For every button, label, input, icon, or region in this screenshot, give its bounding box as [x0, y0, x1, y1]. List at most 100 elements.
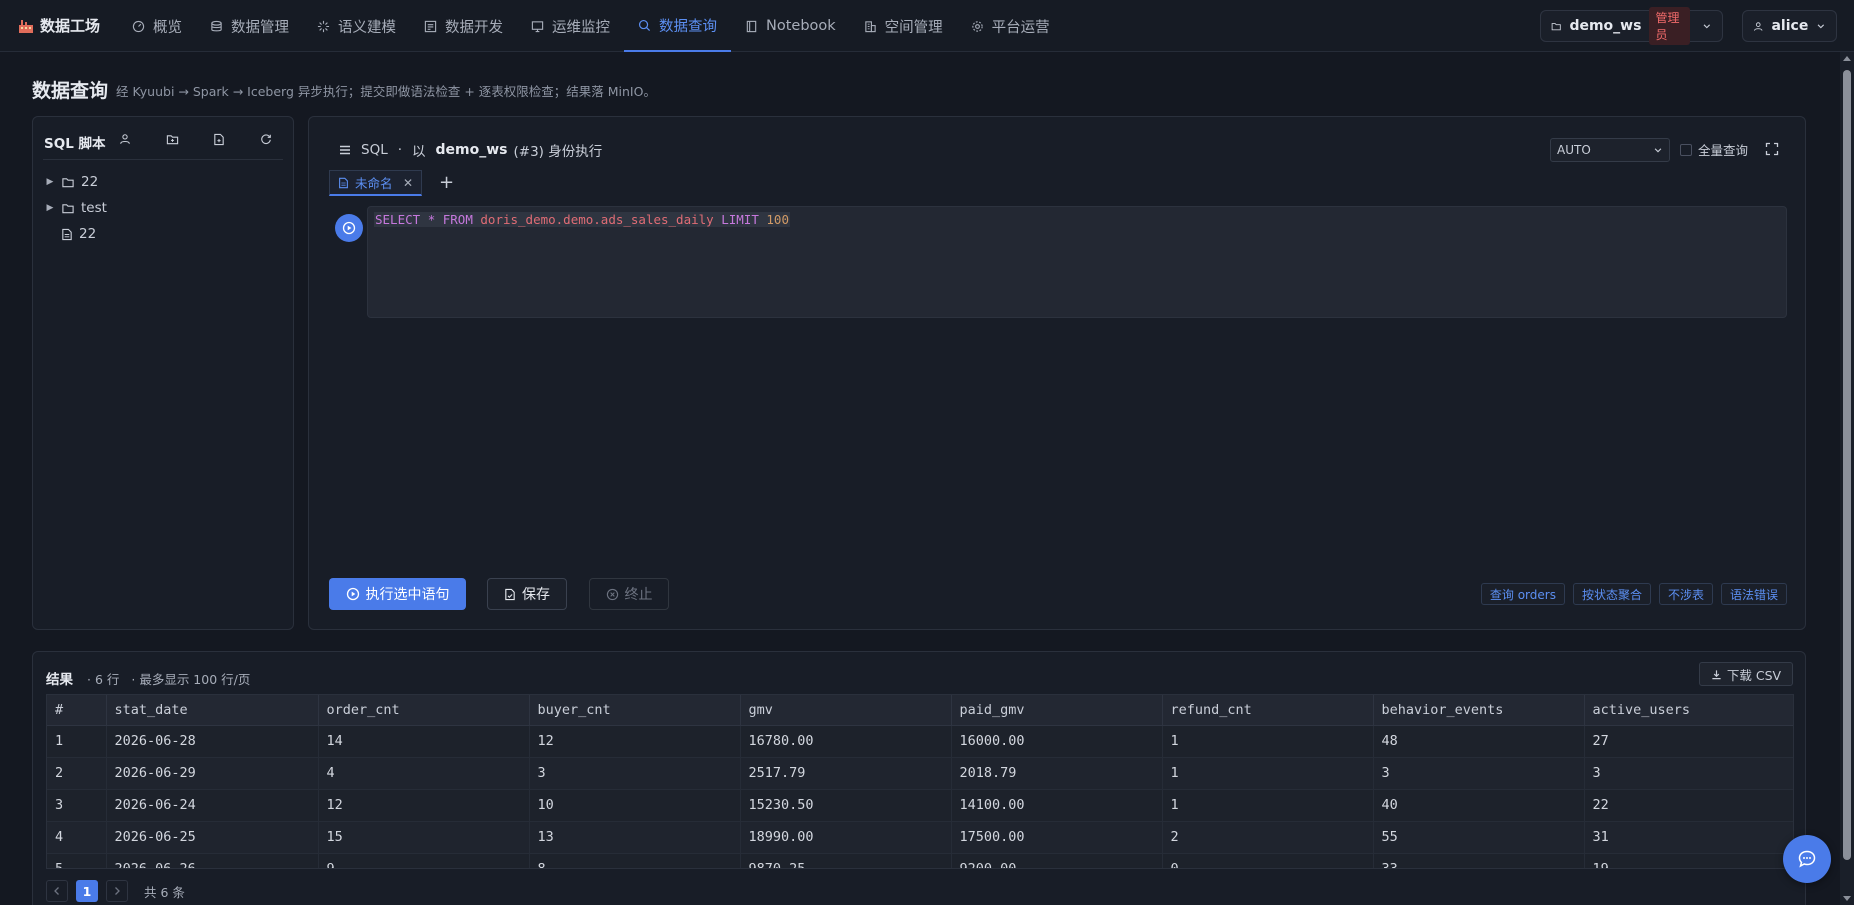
column-header[interactable]: gmv	[740, 695, 952, 726]
sample-query-status-agg[interactable]: 按状态聚合	[1572, 583, 1651, 605]
code-panel-icon	[424, 20, 437, 32]
nav-item-data-management[interactable]: 数据管理	[196, 0, 303, 52]
table-cell: 31	[1584, 821, 1793, 854]
sql-editor[interactable]: SELECT * FROM doris_demo.demo.ads_sales_…	[367, 206, 1787, 318]
user-name: alice	[1771, 18, 1809, 34]
tree-folder[interactable]: ▶ 22	[45, 169, 107, 195]
nav-item-ops-monitoring[interactable]: 运维监控	[517, 0, 624, 52]
table-cell: 3	[1584, 757, 1793, 790]
table-cell: 17500.00	[951, 821, 1163, 854]
column-header[interactable]: paid_gmv	[951, 695, 1163, 726]
table-cell: 15	[318, 821, 530, 854]
sample-query-orders[interactable]: 查询 orders	[1480, 583, 1565, 605]
run-statement-button[interactable]	[335, 214, 363, 242]
table-cell: 2026-06-28	[106, 725, 319, 758]
engine-select[interactable]: AUTO	[1550, 138, 1670, 162]
tree-label: 22	[79, 226, 97, 242]
nav-item-space-management[interactable]: 空间管理	[850, 0, 957, 52]
caret-right-icon[interactable]: ▶	[45, 177, 55, 187]
run-selected-button[interactable]: 执行选中语句	[329, 578, 466, 610]
full-query-checkbox[interactable]: 全量查询	[1680, 140, 1748, 159]
full-query-label: 全量查询	[1698, 143, 1749, 158]
page-title: 数据查询	[32, 80, 109, 102]
sql-keyword: SELECT	[375, 212, 421, 227]
nav-item-platform-ops[interactable]: 平台运营	[957, 0, 1064, 52]
run-label: 执行选中语句	[365, 587, 450, 603]
column-header[interactable]: active_users	[1584, 695, 1793, 726]
table-cell: 18990.00	[740, 821, 952, 854]
sql-star: *	[427, 212, 436, 227]
sql-number: 100	[766, 212, 789, 227]
scripts-toolbar	[117, 131, 274, 147]
workspace-select[interactable]: demo_ws 管理员	[1540, 7, 1723, 45]
chevron-right-icon	[115, 887, 120, 895]
menu-icon[interactable]	[339, 144, 351, 156]
add-tab-button[interactable]: +	[439, 170, 454, 196]
refresh-button[interactable]	[258, 131, 274, 147]
chat-bubble-icon	[1798, 850, 1816, 868]
divider	[43, 159, 283, 160]
row-count: · 6 行	[87, 672, 120, 687]
stop-circle-icon	[606, 588, 618, 600]
column-header[interactable]: behavior_events	[1373, 695, 1585, 726]
caret-right-icon[interactable]: ▶	[45, 203, 55, 213]
download-csv-button[interactable]: 下载 CSV	[1699, 662, 1793, 686]
user-menu[interactable]: alice	[1742, 10, 1837, 42]
search-icon	[638, 19, 651, 31]
page-size-note: · 最多显示 100 行/页	[131, 672, 251, 687]
tree-file[interactable]: 22	[45, 221, 107, 247]
chevron-down-icon	[1817, 24, 1825, 29]
sql-keyword: FROM	[442, 212, 473, 227]
next-page-button[interactable]	[106, 880, 128, 902]
scroll-thumb[interactable]	[1843, 70, 1851, 860]
monitor-icon	[531, 20, 544, 32]
separator-dot: ·	[397, 142, 403, 158]
folder-icon	[1551, 22, 1561, 30]
nav-item-data-query[interactable]: 数据查询	[624, 0, 731, 52]
page-scrollbar[interactable]	[1840, 52, 1854, 905]
column-header[interactable]: refund_cnt	[1162, 695, 1374, 726]
table-cell: 3	[47, 789, 107, 822]
column-header[interactable]: #	[47, 695, 107, 726]
editor-header: SQL · 以 demo_ws (#3) 身份执行	[339, 140, 602, 160]
new-script-button[interactable]	[211, 131, 227, 147]
nav-item-semantic-modeling[interactable]: 语义建模	[303, 0, 410, 52]
chat-assistant-button[interactable]	[1783, 835, 1831, 883]
save-label: 保存	[522, 587, 550, 603]
column-header[interactable]: order_cnt	[318, 695, 530, 726]
table-cell: 4	[318, 757, 530, 790]
table-cell: 5	[47, 853, 107, 868]
close-icon[interactable]: ✕	[403, 176, 413, 190]
folder-icon	[62, 177, 74, 187]
stop-button[interactable]: 终止	[589, 578, 669, 610]
sample-query-no-table[interactable]: 不涉表	[1658, 583, 1713, 605]
save-button[interactable]: 保存	[487, 578, 567, 610]
fullscreen-icon[interactable]	[1765, 142, 1779, 156]
sql-table: doris_demo.demo.ads_sales_daily	[480, 212, 714, 227]
tree-folder[interactable]: ▶ test	[45, 195, 107, 221]
table-cell: 16780.00	[740, 725, 952, 758]
table-row: 4 2026-06-25 15 13 18990.00 17500.00 2 5…	[47, 821, 1793, 854]
table-cell: 1	[47, 725, 107, 758]
column-header[interactable]: buyer_cnt	[529, 695, 741, 726]
table-cell: 4	[47, 821, 107, 854]
brand[interactable]: 数据工场	[18, 15, 100, 36]
table-cell: 14100.00	[951, 789, 1163, 822]
new-folder-button[interactable]	[164, 131, 180, 147]
table-row: 5 2026-06-26 9 8 9870.25 9200.00 0 33 19	[47, 853, 1793, 868]
prev-page-button[interactable]	[46, 880, 68, 902]
current-page[interactable]: 1	[76, 880, 98, 902]
nav-item-notebook[interactable]: Notebook	[731, 0, 850, 52]
tab-untitled[interactable]: 未命名 ✕	[329, 170, 422, 196]
scroll-down-arrow[interactable]	[1843, 896, 1851, 901]
scroll-up-arrow[interactable]	[1843, 56, 1851, 61]
table-cell: 1	[1162, 757, 1374, 790]
table-cell: 2026-06-25	[106, 821, 319, 854]
total-count: 共 6 条	[144, 884, 185, 900]
checkbox-box[interactable]	[1680, 143, 1692, 156]
nav-item-overview[interactable]: 概览	[118, 0, 196, 52]
nav-item-data-development[interactable]: 数据开发	[410, 0, 517, 52]
sample-query-syntax-error[interactable]: 语法错误	[1720, 583, 1787, 605]
column-header[interactable]: stat_date	[106, 695, 319, 726]
my-scripts-button[interactable]	[117, 131, 133, 147]
